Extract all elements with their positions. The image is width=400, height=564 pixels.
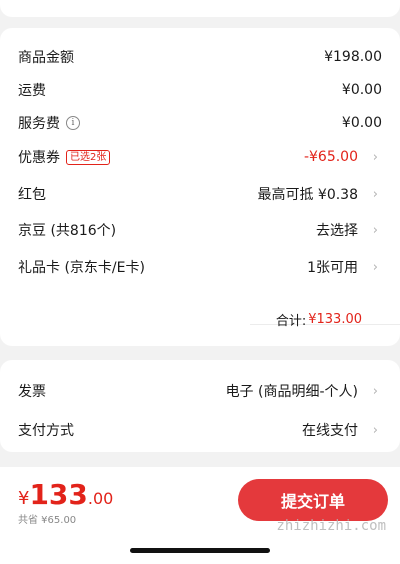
jingdou-label: 京豆 (共816个) [18,223,117,239]
submit-order-button[interactable]: 提交订单 [238,479,388,521]
service-fee-value: ¥0.00 [341,115,382,131]
info-icon[interactable]: i [66,116,80,130]
coupon-discount: -¥65.00 [303,149,358,165]
invoice-value-group: 电子 (商品明细-个人) › [226,381,378,401]
service-fee-label: 服务费 [18,116,60,132]
row-payment-method[interactable]: 支付方式 在线支付 › [0,414,400,446]
shipping-value: ¥0.00 [341,82,382,98]
total-amount: ¥133.00 [308,311,362,327]
row-jingdou[interactable]: 京豆 (共816个) 去选择 › [0,214,400,246]
chevron-right-icon: › [372,149,378,165]
total-label: 合计: [275,313,307,329]
currency-symbol: ¥ [18,488,30,509]
red-packet-label: 红包 [18,187,46,203]
red-packet-value: 最高可抵 ¥0.38 [257,187,358,203]
gift-card-value: 1张可用 [307,260,358,276]
row-coupon[interactable]: 优惠券 已选2张 -¥65.00 › [0,141,400,173]
row-red-packet[interactable]: 红包 最高可抵 ¥0.38 › [0,178,400,210]
top-card-edge [0,0,400,17]
row-shipping: 运费 ¥0.00 [0,74,400,106]
chevron-right-icon: › [372,222,378,238]
row-invoice[interactable]: 发票 电子 (商品明细-个人) › [0,375,400,407]
red-packet-value-group: 最高可抵 ¥0.38 › [257,184,378,204]
price-decimal: .00 [87,489,114,508]
chevron-right-icon: › [372,422,378,438]
chevron-right-icon: › [372,259,378,275]
row-service-fee: 服务费 i ¥0.00 [0,107,400,139]
total-line: 合计: ¥133.00 [0,303,400,335]
payment-method-value-group: 在线支付 › [302,420,378,440]
row-gift-card[interactable]: 礼品卡 (京东卡/E卡) 1张可用 › [0,251,400,283]
price-integer: 133 [29,478,88,511]
coupon-label: 优惠券 [18,150,60,166]
invoice-label: 发票 [18,384,46,400]
chevron-right-icon: › [372,383,378,399]
price-summary-card: 商品金额 ¥198.00 运费 ¥0.00 服务费 i ¥0.00 优惠券 已选… [0,28,400,346]
goods-amount-value: ¥198.00 [324,49,382,65]
gift-card-label: 礼品卡 (京东卡/E卡) [18,260,145,276]
coupon-label-group: 优惠券 已选2张 [18,147,111,167]
invoice-payment-card: 发票 电子 (商品明细-个人) › 支付方式 在线支付 › [0,360,400,452]
service-fee-label-group: 服务费 i [18,113,80,133]
chevron-right-icon: › [372,186,378,202]
pay-price: ¥ 133 .00 [18,478,113,511]
coupon-value: -¥65.00 › [304,149,378,165]
shipping-label: 运费 [18,83,46,99]
invoice-value: 电子 (商品明细-个人) [225,384,358,400]
row-goods-amount: 商品金额 ¥198.00 [0,41,400,73]
payment-method-value: 在线支付 [302,423,358,439]
jingdou-value-group: 去选择 › [316,220,378,240]
coupon-selected-badge: 已选2张 [66,149,111,165]
jingdou-value: 去选择 [316,223,358,239]
goods-amount-label: 商品金额 [18,50,74,66]
watermark: zhizhizhi.com [276,518,386,534]
payment-method-label: 支付方式 [18,423,74,439]
gift-card-value-group: 1张可用 › [307,257,378,277]
home-indicator [130,548,270,553]
saved-amount: 共省 ¥65.00 [18,515,77,526]
